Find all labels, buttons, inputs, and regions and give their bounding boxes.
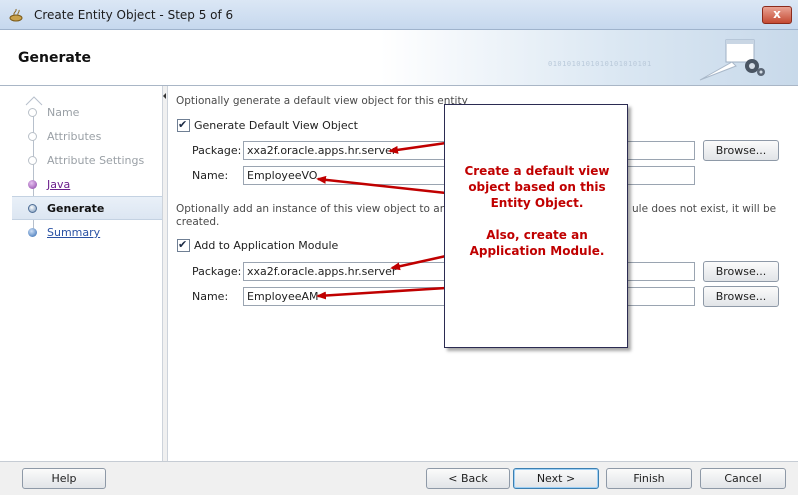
- back-button[interactable]: < Back: [426, 468, 510, 489]
- annotation-callout: Create a default view object based on th…: [444, 104, 628, 348]
- arrow-to-am-name: [316, 286, 447, 300]
- wizard-footer: Help < Back Next > Finish Cancel: [0, 461, 798, 495]
- cancel-button[interactable]: Cancel: [700, 468, 786, 489]
- callout-text-view-object: Create a default view object based on th…: [464, 164, 610, 210]
- callout-text-application-module: Also, create an Application Module.: [469, 228, 605, 258]
- annotation-arrows: [316, 141, 447, 300]
- finish-button[interactable]: Finish: [606, 468, 692, 489]
- help-button[interactable]: Help: [22, 468, 106, 489]
- arrow-to-vo-name: [316, 175, 447, 195]
- arrow-to-am-package: [390, 254, 447, 271]
- arrow-to-vo-package: [388, 141, 447, 154]
- next-button[interactable]: Next >: [513, 468, 599, 489]
